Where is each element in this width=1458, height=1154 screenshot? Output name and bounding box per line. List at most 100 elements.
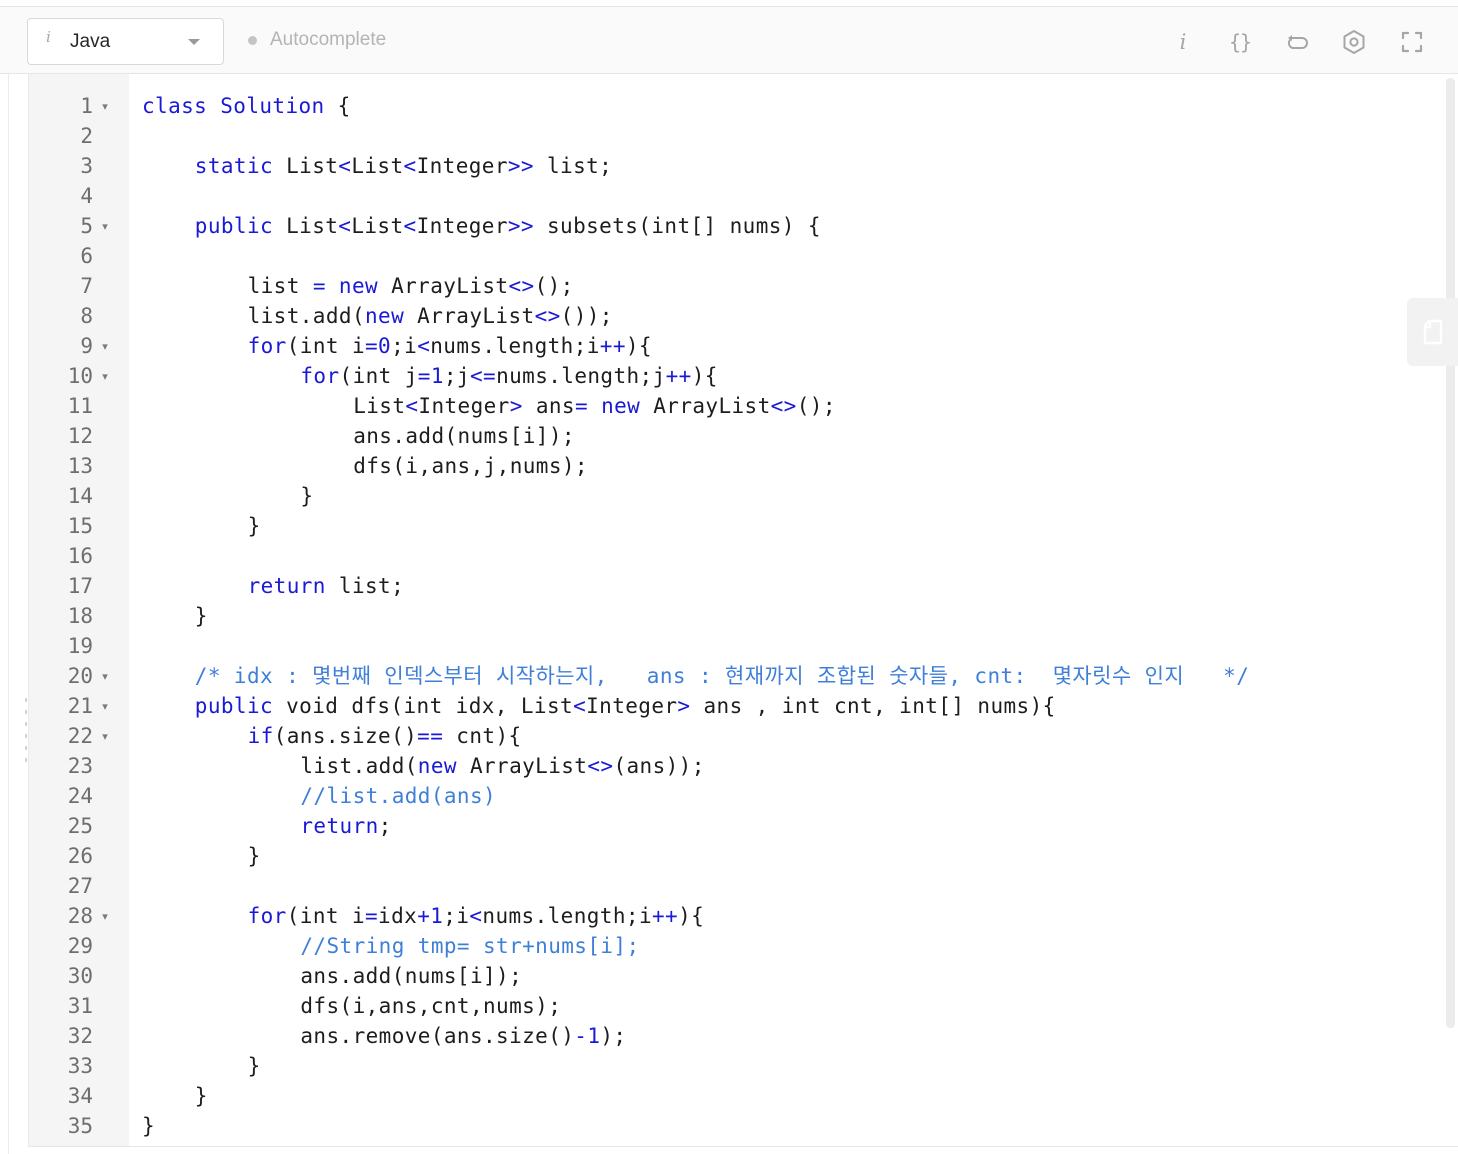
fullscreen-icon [1401,31,1423,53]
code-line: ans.add(nums[i]); [353,421,575,451]
code-token: Integer [586,694,678,718]
code-token: List [351,214,404,238]
info-button[interactable]: i [1166,25,1200,59]
settings-button[interactable] [1337,25,1371,59]
line-number: 5 [80,214,93,238]
line-number: 21 [67,694,93,718]
code-line: } [195,1081,208,1111]
language-select-value: Java [70,31,111,52]
reset-code-button[interactable] [1280,25,1314,59]
code-token: nums.length;j [496,364,666,388]
code-token: >> [507,154,534,178]
fold-toggle-icon[interactable]: ▾ [99,211,111,241]
line-number: 32 [67,1024,93,1048]
code-line: } [248,1051,261,1081]
fold-toggle-icon[interactable]: ▾ [99,721,111,751]
code-line: return list; [248,571,405,601]
code-token: for [247,904,287,928]
code-token: new [417,754,457,778]
code-token: public [194,694,274,718]
line-number: 18 [67,604,93,628]
code-token: = [365,904,379,928]
code-line: for(int i=0;i<nums.length;i++){ [248,331,652,361]
line-number: 29 [67,934,93,958]
fold-toggle-icon[interactable]: ▾ [99,901,111,931]
line-number: 16 [67,544,93,568]
code-token: idx [378,904,418,928]
code-line: public List<List<Integer>> subsets(int[]… [195,211,821,241]
line-number: 3 [80,154,93,178]
code-line: } [248,511,261,541]
fold-toggle-icon[interactable]: ▾ [99,361,111,391]
code-token: < [405,394,419,418]
code-token: new [338,274,379,298]
code-token: nums.length;i [482,904,652,928]
code-line: dfs(i,ans,cnt,nums); [300,991,561,1021]
code-token: } [247,1054,261,1078]
code-token: static [194,154,274,178]
code-token: ;i [443,904,470,928]
code-token: if [247,724,274,748]
format-braces-icon: {} [1228,30,1252,54]
code-line: } [300,481,313,511]
line-number: 9 [80,334,93,358]
fold-toggle-icon[interactable]: ▾ [99,331,111,361]
line-number: 4 [80,184,93,208]
code-token: List [273,154,339,178]
info-icon: i [46,28,51,46]
line-number: 12 [67,424,93,448]
language-select[interactable]: i Java [27,18,224,65]
code-text-area[interactable]: class Solution {static List<List<Integer… [129,74,1439,1146]
line-number: 15 [67,514,93,538]
code-token: } [142,1114,156,1138]
code-token: dfs(i,ans,j,nums); [353,454,588,478]
code-token: for [300,364,340,388]
code-token: ans.remove(ans.size() [300,1024,575,1048]
code-token: ){ [691,364,718,388]
autocomplete-toggle[interactable]: Autocomplete [248,29,386,51]
code-line: } [142,1111,155,1141]
code-token: ; [378,814,392,838]
code-token: //list.add(ans) [300,784,497,808]
code-token: ;j [443,364,470,388]
code-token: < [403,154,417,178]
code-line: public void dfs(int idx, List<Integer> a… [195,691,1056,721]
code-line: if(ans.size()== cnt){ [248,721,522,751]
code-token: (int j [339,364,418,388]
code-token: return [300,814,379,838]
code-line: return; [300,811,391,841]
code-token: Integer [418,394,510,418]
code-token: (); [796,394,836,418]
code-token: (int i [286,334,365,358]
code-token: list.add( [247,304,365,328]
line-number: 8 [80,304,93,328]
code-token: = [312,274,326,298]
fold-toggle-icon[interactable]: ▾ [99,691,111,721]
code-token: subsets(int[] nums) { [533,214,821,238]
format-code-button[interactable]: {} [1223,25,1257,59]
vertical-scrollbar[interactable] [1446,78,1455,1028]
code-token: + [417,904,431,928]
code-token: } [194,604,208,628]
code-token: //String tmp= str+nums[i]; [300,934,640,958]
code-token: ans.add(nums[i]); [300,964,523,988]
code-token: Integer [416,214,508,238]
fullscreen-button[interactable] [1395,25,1429,59]
code-token: > [509,394,523,418]
editor-bottom-divider [28,1146,1458,1147]
resize-handle[interactable] [23,696,29,776]
code-token: ); [600,1024,627,1048]
code-token: <> [587,754,614,778]
code-line: list = new ArrayList<>(); [248,271,574,301]
fold-toggle-icon[interactable]: ▾ [99,661,111,691]
fold-toggle-icon[interactable]: ▾ [99,91,111,121]
code-token: >> [507,214,534,238]
line-number: 19 [67,634,93,658]
line-number: 30 [67,964,93,988]
line-number: 34 [67,1084,93,1108]
side-panel-toggle[interactable] [1407,298,1458,366]
code-token: List [353,394,406,418]
code-token: < [338,154,352,178]
code-line: dfs(i,ans,j,nums); [353,451,588,481]
line-number: 23 [67,754,93,778]
